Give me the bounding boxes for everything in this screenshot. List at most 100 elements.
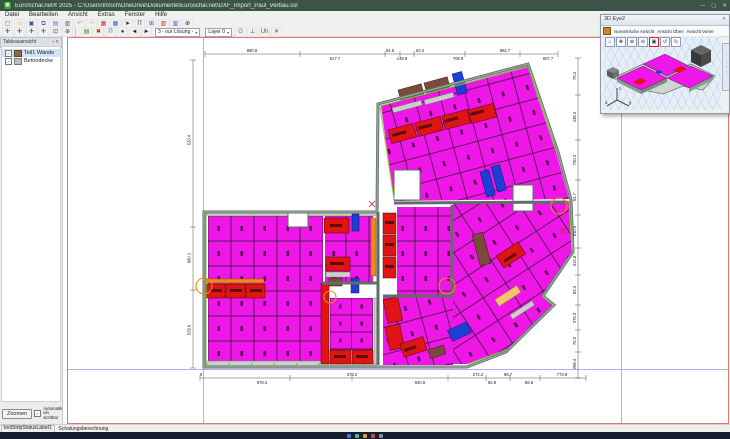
svg-text:375.3: 375.3 — [572, 312, 577, 323]
svg-text:438.4: 438.4 — [572, 111, 577, 122]
svg-text:940.8: 940.8 — [415, 380, 426, 385]
menu-bearbeiten[interactable]: Bearbeiten — [24, 12, 63, 18]
auto-checkbox[interactable]: ✓ — [34, 410, 41, 417]
menu-datei[interactable]: Datei — [0, 12, 24, 18]
svg-text:980.1: 980.1 — [187, 252, 192, 263]
svg-text:982.7: 982.7 — [500, 48, 511, 53]
svg-text:0: 0 — [200, 372, 203, 377]
auto-label-2: ein sichtbar — [43, 410, 58, 420]
zoom-in-3d-icon[interactable]: ⊕ — [627, 37, 637, 47]
delete-solution-icon[interactable]: ✖ — [93, 27, 104, 37]
zoom-out-3d-icon[interactable]: ⊖ — [638, 37, 648, 47]
tree-item-label: Betondecke — [24, 58, 53, 64]
rotate-right-icon[interactable]: ↻ — [671, 37, 681, 47]
checkbox[interactable]: ✓ — [5, 50, 12, 57]
svg-text:56.8: 56.8 — [525, 380, 534, 385]
zoom-all-icon[interactable]: ⊕ — [62, 27, 73, 37]
pan-up-icon[interactable]: ✛ — [26, 27, 37, 37]
next-solution-icon[interactable]: ► — [141, 27, 152, 37]
svg-text:56.8: 56.8 — [488, 380, 497, 385]
menu-ansicht[interactable]: Ansicht — [63, 12, 93, 18]
solution-list-icon[interactable]: ▤ — [81, 27, 92, 37]
svg-text:z: z — [619, 86, 622, 91]
svg-text:607.7: 607.7 — [543, 56, 554, 61]
tree-item-slab[interactable]: ✓ Betondecke — [2, 57, 60, 65]
right-group: G⊥Üh✕ — [235, 27, 282, 37]
grid-toggle-icon[interactable]: G — [235, 27, 246, 37]
solution-select[interactable]: 3 - nur Lösung - ▾ — [155, 28, 200, 37]
pan-group: ✛✛✛✛⊡⊕ — [2, 27, 73, 37]
btn-top-view[interactable]: Ansicht Oben — [657, 29, 683, 34]
pan-down-icon[interactable]: ✛ — [38, 27, 49, 37]
taskbar-icon[interactable] — [363, 434, 367, 438]
pan-3d-icon[interactable]: ✥ — [616, 37, 626, 47]
height-check-icon[interactable]: Üh — [259, 27, 270, 37]
chevron-down-icon: ▾ — [227, 29, 229, 36]
tree-item-walls[interactable]: ✓ Teil1 Wände — [2, 49, 60, 57]
svg-text:533.4: 533.4 — [187, 134, 192, 145]
svg-text:79.4: 79.4 — [572, 71, 577, 80]
svg-text:x: x — [605, 100, 608, 105]
menu-extras[interactable]: Extras — [93, 12, 120, 18]
zoom-window-icon[interactable]: ⊡ — [50, 27, 61, 37]
viewer3d-titlebar[interactable]: 3D Eye2 ✕ — [601, 15, 729, 26]
panel-mode-icon[interactable]: Π — [105, 27, 116, 37]
close-icon[interactable]: ✕ — [722, 15, 726, 25]
mode-group: ▤✖Π● — [81, 27, 128, 37]
svg-text:98.7: 98.7 — [504, 372, 513, 377]
btn-front-view[interactable]: Ansicht Vorne — [687, 29, 714, 34]
prev-solution-icon[interactable]: ◄ — [129, 27, 140, 37]
pan-left-icon[interactable]: ✛ — [2, 27, 13, 37]
svg-text:y: y — [629, 100, 632, 105]
taskbar-icon[interactable] — [347, 434, 351, 438]
tableau-tree: ✓ Teil1 Wände ✓ Betondecke — [1, 46, 61, 402]
svg-text:910.5: 910.5 — [572, 225, 577, 236]
app-icon: ▦ — [3, 1, 12, 10]
svg-text:83.3: 83.3 — [572, 285, 577, 294]
taskbar-icon[interactable] — [379, 434, 383, 438]
svg-text:148.9: 148.9 — [397, 56, 408, 61]
pan-right-icon[interactable]: ✛ — [14, 27, 25, 37]
svg-text:378.2: 378.2 — [347, 372, 358, 377]
svg-text:94.5: 94.5 — [386, 48, 395, 53]
viewer3d-scene[interactable]: z y x — [603, 36, 721, 110]
svg-text:708.9: 708.9 — [453, 56, 464, 61]
maximize-icon[interactable]: ▢ — [711, 3, 716, 9]
close-icon[interactable]: ✕ — [722, 3, 727, 9]
titlebar[interactable]: ▦ EuroSchal.net® 2025 - C:\Users\IrliSch… — [0, 0, 730, 11]
window-controls[interactable]: — ▢ ✕ — [700, 3, 727, 9]
axis-tripod — [607, 88, 629, 106]
svg-text:314.8: 314.8 — [572, 255, 577, 266]
zoom-button[interactable]: Zoomen — [2, 409, 32, 419]
viewer3d-side-tab[interactable]: ▪▪▪ — [722, 43, 729, 91]
separator — [75, 28, 79, 36]
menu-fenster[interactable]: Fenster — [120, 12, 150, 18]
svg-text:750.3: 750.3 — [572, 154, 577, 165]
iso-building: z y x — [603, 36, 721, 110]
settings-icon[interactable]: ● — [117, 27, 128, 37]
menu-hilfe[interactable]: Hilfe — [150, 12, 172, 18]
checkbox[interactable]: ✓ — [5, 58, 12, 65]
cube-icon — [603, 27, 611, 35]
minimize-icon[interactable]: — — [700, 3, 706, 9]
btn-iso-view[interactable]: Isometrische Ansicht — [614, 29, 654, 34]
taskbar-icon[interactable] — [355, 434, 359, 438]
close-view-icon[interactable]: ✕ — [271, 27, 282, 37]
solution-select-value: 3 - nur Lösung - — [158, 29, 193, 36]
perpendicular-icon[interactable]: ⊥ — [247, 27, 258, 37]
svg-text:529.6: 529.6 — [187, 324, 192, 335]
home-view-icon[interactable]: ⌂ — [605, 37, 615, 47]
chevron-down-icon: ▾ — [195, 29, 197, 36]
layer-select-value: Layer 0 — [208, 29, 225, 36]
windows-taskbar[interactable] — [0, 432, 730, 439]
viewer3d-panel[interactable]: 3D Eye2 ✕ Isometrische Ansicht Ansicht O… — [600, 14, 730, 114]
close-icon[interactable]: ✕ — [55, 39, 59, 44]
layer-select[interactable]: Layer 0 ▾ — [205, 28, 232, 37]
viewer3d-overlay-controls: ⌂✥⊕⊖▣↺↻ — [605, 37, 681, 47]
orbit-active-icon[interactable]: ▣ — [649, 37, 659, 47]
svg-text:880.8: 880.8 — [247, 48, 258, 53]
pin-icon[interactable]: ▪ — [52, 39, 54, 44]
taskbar-icon[interactable] — [371, 434, 375, 438]
rotate-left-icon[interactable]: ↺ — [660, 37, 670, 47]
svg-text:272.2: 272.2 — [473, 372, 484, 377]
